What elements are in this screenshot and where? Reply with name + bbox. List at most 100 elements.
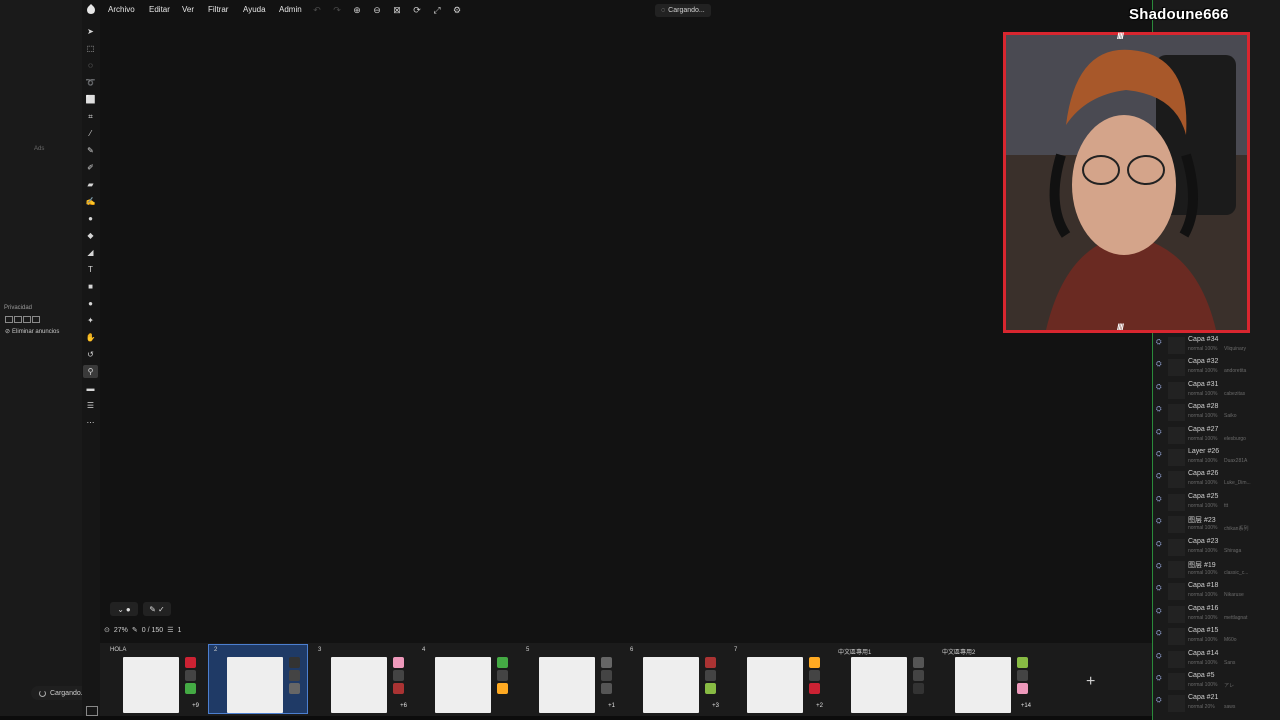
brush-icon[interactable]: ✐ bbox=[83, 161, 98, 174]
add-page-icon[interactable]: + bbox=[1086, 673, 1095, 691]
menu-admin[interactable]: Admin bbox=[279, 5, 302, 14]
layer-mode: normal 100% bbox=[1188, 502, 1218, 509]
drawing-canvas[interactable] bbox=[100, 21, 1152, 641]
layer-row[interactable]: ⛭ Capa #32 normal 100% andoretita bbox=[1154, 357, 1280, 379]
rectangle-icon[interactable]: ■ bbox=[83, 280, 98, 293]
page-card[interactable]: HOLA +9 bbox=[105, 645, 203, 713]
eyedropper-icon[interactable]: ⁄ bbox=[83, 127, 98, 140]
crop-icon[interactable]: ⌗ bbox=[83, 110, 98, 123]
layer-visibility-icon[interactable]: ⛭ bbox=[1156, 608, 1162, 616]
layer-row[interactable]: ⛭ Capa #27 normal 100% elesburgo bbox=[1154, 425, 1280, 447]
rotate-icon[interactable]: ↺ bbox=[83, 348, 98, 361]
rotate-view-icon[interactable]: ⟳ bbox=[411, 5, 423, 16]
layer-visibility-icon[interactable]: ⛭ bbox=[1156, 563, 1162, 571]
text-icon[interactable]: T bbox=[83, 263, 98, 276]
page-contributors bbox=[497, 657, 511, 713]
layer-row[interactable]: ⛭ Capa #31 normal 100% cabezitas bbox=[1154, 380, 1280, 402]
page-card[interactable]: 7 +2 bbox=[729, 645, 827, 713]
remove-ads-link[interactable]: ⊘ Eliminar anuncios bbox=[5, 328, 59, 336]
layer-visibility-icon[interactable]: ⛭ bbox=[1156, 429, 1162, 437]
layer-row[interactable]: ⛭ Capa #14 normal 100% Sans bbox=[1154, 649, 1280, 671]
layer-name: Capa #14 bbox=[1188, 649, 1219, 657]
gradient-icon[interactable]: ◢ bbox=[83, 246, 98, 259]
layer-row[interactable]: ⛭ Capa #28 normal 100% Saiko bbox=[1154, 402, 1280, 424]
layer-visibility-icon[interactable]: ⛭ bbox=[1156, 675, 1162, 683]
page-card[interactable]: 中文區專用1 bbox=[833, 645, 931, 713]
layer-visibility-icon[interactable]: ⛭ bbox=[1156, 473, 1162, 481]
fill-icon[interactable]: ◆ bbox=[83, 229, 98, 242]
contributor-avatar bbox=[601, 670, 612, 681]
undo-icon[interactable]: ↶ bbox=[311, 5, 323, 16]
layer-visibility-icon[interactable]: ⛭ bbox=[1156, 653, 1162, 661]
menu-editar[interactable]: Editar bbox=[149, 5, 170, 14]
layer-visibility-icon[interactable]: ⛭ bbox=[1156, 384, 1162, 392]
ellipse-select-icon[interactable]: ◌ bbox=[83, 59, 98, 72]
layer-row[interactable]: ⛭ Capa #25 normal 100% ttt bbox=[1154, 492, 1280, 514]
layer-row[interactable]: ⛭ Layer #26 normal 100% Duax281A bbox=[1154, 447, 1280, 469]
page-card[interactable]: 5 +1 bbox=[521, 645, 619, 713]
comment-icon[interactable]: ▬ bbox=[83, 382, 98, 395]
layer-row[interactable]: ⛭ Capa #26 normal 100% Luke_Dim... bbox=[1154, 469, 1280, 491]
layer-visibility-icon[interactable]: ⛭ bbox=[1156, 630, 1162, 638]
layer-visibility-icon[interactable]: ⛭ bbox=[1156, 406, 1162, 414]
pen-mode-button[interactable]: ✎ ✓ bbox=[143, 602, 171, 616]
layer-row[interactable]: ⛭ 图层 #23 normal 100% chikan系列 bbox=[1154, 514, 1280, 536]
layer-visibility-icon[interactable]: ⛭ bbox=[1156, 496, 1162, 504]
move-icon[interactable]: ➤ bbox=[83, 25, 98, 38]
zoom-out-icon[interactable]: ⊖ bbox=[371, 5, 383, 16]
fit-view-icon[interactable]: ⊠ bbox=[391, 5, 403, 16]
transform-icon[interactable]: ⬜ bbox=[83, 93, 98, 106]
menu-filtrar[interactable]: Filtrar bbox=[208, 5, 228, 14]
settings-icon[interactable]: ⚙ bbox=[451, 5, 463, 16]
hand-icon[interactable]: ✋ bbox=[83, 331, 98, 344]
eraser-icon[interactable]: ▰ bbox=[83, 178, 98, 191]
shape-icon[interactable]: ✦ bbox=[83, 314, 98, 327]
page-card[interactable]: 2 bbox=[208, 644, 308, 714]
layer-visibility-icon[interactable]: ⛭ bbox=[1156, 518, 1162, 526]
layer-visibility-icon[interactable]: ⛭ bbox=[1156, 361, 1162, 369]
layer-visibility-icon[interactable]: ⛭ bbox=[1156, 451, 1162, 459]
keyboard-icon[interactable] bbox=[86, 706, 98, 716]
menu-ayuda[interactable]: Ayuda bbox=[243, 5, 266, 14]
redo-icon[interactable]: ↷ bbox=[331, 5, 343, 16]
menu-ver[interactable]: Ver bbox=[182, 5, 194, 14]
privacy-icon-3[interactable] bbox=[23, 316, 31, 323]
layer-row[interactable]: ⛭ Capa #23 normal 100% Shiraga bbox=[1154, 537, 1280, 559]
fullscreen-icon[interactable]: ⤢ bbox=[431, 5, 443, 16]
app-logo-icon[interactable] bbox=[86, 4, 96, 15]
privacy-icon-2[interactable] bbox=[14, 316, 22, 323]
page-card[interactable]: 中文區專用2 +14 bbox=[937, 645, 1035, 713]
zoom-in-icon[interactable]: ⊕ bbox=[351, 5, 363, 16]
page-card[interactable]: 3 +6 bbox=[313, 645, 411, 713]
layer-row[interactable]: ⛭ Capa #34 normal 100% Vliquinary bbox=[1154, 335, 1280, 357]
more-icon[interactable]: ⋯ bbox=[83, 416, 98, 429]
page-thumbnail bbox=[955, 657, 1011, 713]
layer-row[interactable]: ⛭ Capa #15 normal 100% M60o bbox=[1154, 626, 1280, 648]
smudge-icon[interactable]: ✍ bbox=[83, 195, 98, 208]
lasso-icon[interactable]: ➰ bbox=[83, 76, 98, 89]
pen-icon[interactable]: ✎ bbox=[83, 144, 98, 157]
privacy-icons[interactable] bbox=[5, 316, 40, 323]
rect-select-icon[interactable]: ⬚ bbox=[83, 42, 98, 55]
layer-row[interactable]: ⛭ Capa #18 normal 100% Nikaruse bbox=[1154, 581, 1280, 603]
privacy-icon-1[interactable] bbox=[5, 316, 13, 323]
ellipse-icon[interactable]: ● bbox=[83, 297, 98, 310]
page-card[interactable]: 6 +3 bbox=[625, 645, 723, 713]
layer-meta: normal 100% andoretita bbox=[1188, 368, 1246, 374]
layer-row[interactable]: ⛭ Capa #21 normal 20% saws bbox=[1154, 693, 1280, 715]
page-card[interactable]: 4 bbox=[417, 645, 515, 713]
chat-toggle-button[interactable]: ⌄ ● bbox=[110, 602, 138, 616]
privacy-icon-4[interactable] bbox=[32, 316, 40, 323]
layer-row[interactable]: ⛭ 图层 #19 normal 100% classic_c... bbox=[1154, 559, 1280, 581]
brush-settings-icon[interactable]: ☰ bbox=[83, 399, 98, 412]
layer-visibility-icon[interactable]: ⛭ bbox=[1156, 541, 1162, 549]
layer-row[interactable]: ⛭ Capa #5 normal 100% アレ bbox=[1154, 671, 1280, 693]
layer-visibility-icon[interactable]: ⛭ bbox=[1156, 585, 1162, 593]
chevron-down-icon: ⌄ bbox=[117, 604, 124, 614]
layer-visibility-icon[interactable]: ⛭ bbox=[1156, 339, 1162, 347]
layer-row[interactable]: ⛭ Capa #16 normal 100% mettlagnat bbox=[1154, 604, 1280, 626]
zoom-icon[interactable]: ⚲ bbox=[83, 365, 98, 378]
layer-visibility-icon[interactable]: ⛭ bbox=[1156, 697, 1162, 705]
blur-icon[interactable]: ● bbox=[83, 212, 98, 225]
menu-archivo[interactable]: Archivo bbox=[108, 5, 135, 14]
